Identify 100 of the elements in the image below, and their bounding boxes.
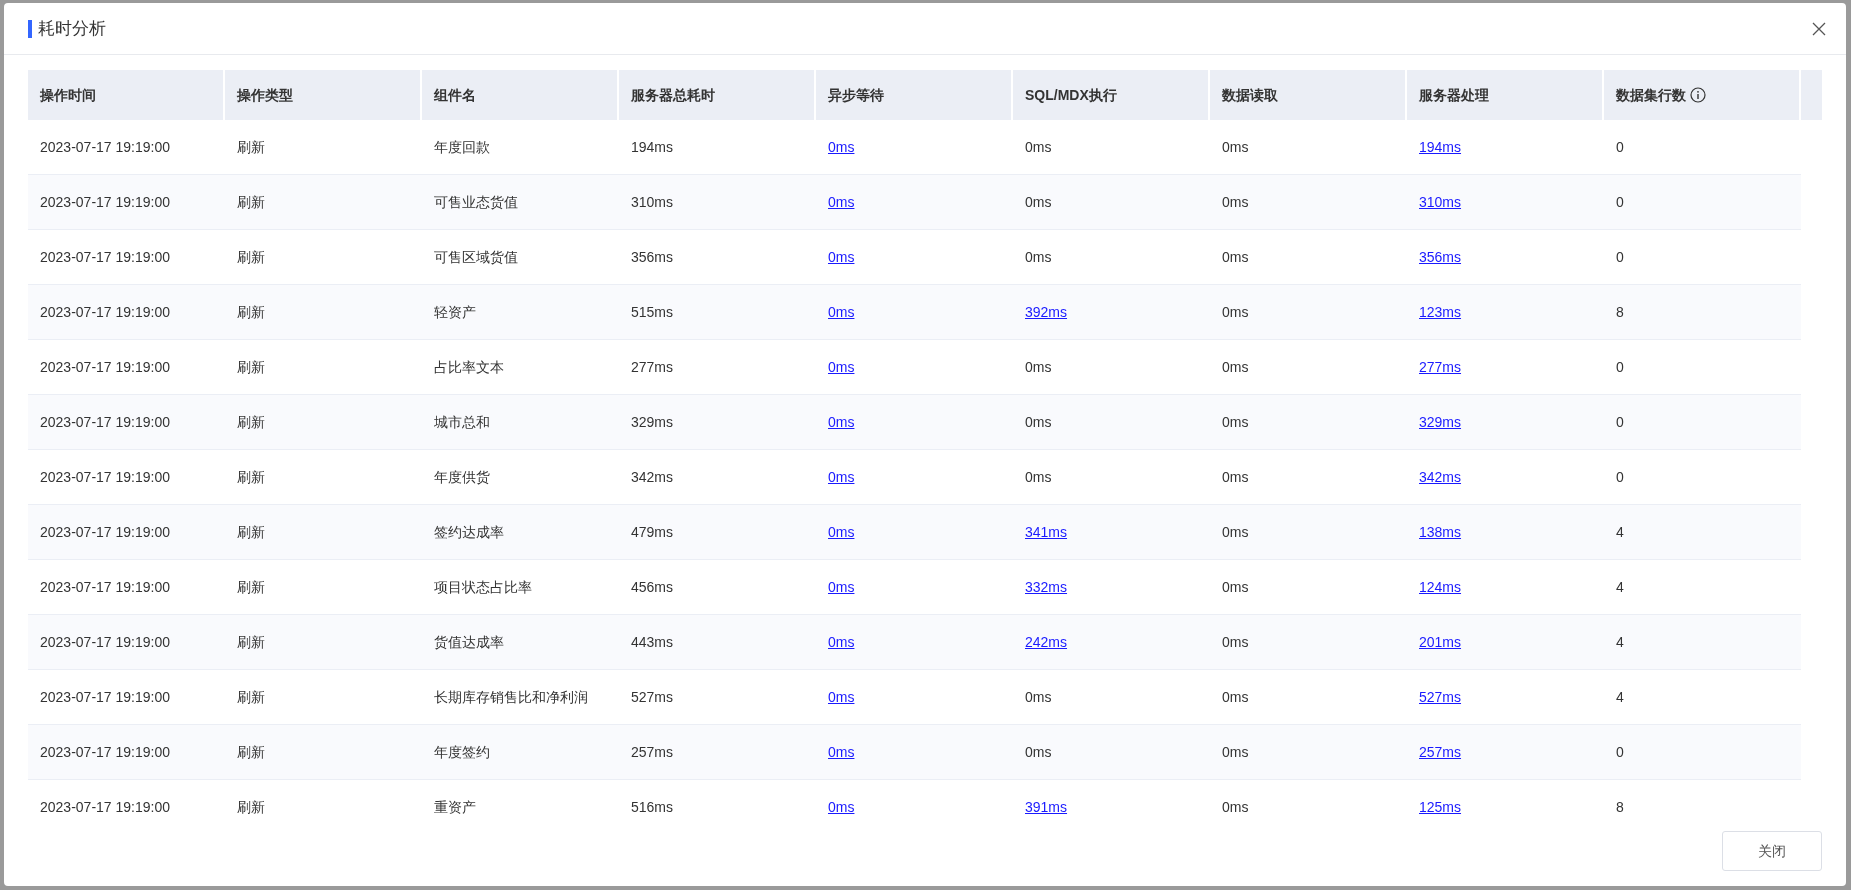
- table-cell-text: 城市总和: [434, 412, 490, 432]
- table-cell-text: 0ms: [1222, 577, 1249, 597]
- table-cell-text: 刷新: [237, 742, 265, 762]
- duration-link[interactable]: 257ms: [1419, 741, 1462, 763]
- table-cell-text: 0ms: [1222, 357, 1249, 377]
- table-cell-text: 2023-07-17 19:19:00: [40, 302, 170, 322]
- duration-link[interactable]: 138ms: [1419, 521, 1462, 543]
- column-header: 服务器处理: [1419, 85, 1489, 105]
- table-cell-text: 2023-07-17 19:19:00: [40, 137, 170, 157]
- duration-link[interactable]: 0ms: [828, 741, 855, 763]
- duration-link[interactable]: 341ms: [1025, 521, 1068, 543]
- table-cell-text: 0ms: [1025, 742, 1052, 762]
- table-cell-text: 329ms: [631, 412, 674, 432]
- table-cell-text: 年度回款: [434, 137, 490, 157]
- duration-link[interactable]: 332ms: [1025, 576, 1068, 598]
- table-cell-text: 2023-07-17 19:19:00: [40, 247, 170, 267]
- table-cell-text: 年度签约: [434, 742, 490, 762]
- duration-link[interactable]: 124ms: [1419, 576, 1462, 598]
- table-cell-text: 0ms: [1025, 687, 1052, 707]
- table-cell-text: 0ms: [1025, 357, 1052, 377]
- table-cell-text: 342ms: [631, 467, 674, 487]
- duration-link[interactable]: 329ms: [1419, 411, 1462, 433]
- duration-link[interactable]: 0ms: [828, 521, 855, 543]
- table-cell-text: 货值达成率: [434, 632, 504, 652]
- duration-link[interactable]: 0ms: [828, 796, 855, 818]
- table-cell-text: 2023-07-17 19:19:00: [40, 192, 170, 212]
- duration-link[interactable]: 201ms: [1419, 631, 1462, 653]
- table-cell-text: 2023-07-17 19:19:00: [40, 467, 170, 487]
- table-cell-text: 轻资产: [434, 302, 476, 322]
- info-icon[interactable]: [1690, 87, 1706, 103]
- duration-link[interactable]: 0ms: [828, 246, 855, 268]
- table-cell-text: 257ms: [631, 742, 674, 762]
- table-cell-text: 刷新: [237, 412, 265, 432]
- duration-link[interactable]: 0ms: [828, 466, 855, 488]
- duration-link[interactable]: 123ms: [1419, 301, 1462, 323]
- table-cell-text: 2023-07-17 19:19:00: [40, 412, 170, 432]
- table-cell-text: 0ms: [1222, 247, 1249, 267]
- table-cell-text: 项目状态占比率: [434, 577, 532, 597]
- table-cell-text: 刷新: [237, 632, 265, 652]
- close-button[interactable]: 关闭: [1722, 831, 1822, 871]
- duration-link[interactable]: 0ms: [828, 136, 855, 158]
- table-cell-text: 4: [1616, 632, 1624, 652]
- table-cell-text: 2023-07-17 19:19:00: [40, 357, 170, 377]
- table-cell-text: 0ms: [1025, 247, 1052, 267]
- table-cell-text: 0ms: [1222, 412, 1249, 432]
- table-cell-text: 刷新: [237, 577, 265, 597]
- table-cell-text: 0: [1616, 357, 1624, 377]
- duration-link[interactable]: 125ms: [1419, 796, 1462, 818]
- duration-link[interactable]: 391ms: [1025, 796, 1068, 818]
- table-cell-text: 356ms: [631, 247, 674, 267]
- table-cell-text: 0: [1616, 192, 1624, 212]
- table-cell-text: 0ms: [1025, 467, 1052, 487]
- duration-link[interactable]: 342ms: [1419, 466, 1462, 488]
- table-cell-text: 4: [1616, 577, 1624, 597]
- table-cell-text: 2023-07-17 19:19:00: [40, 577, 170, 597]
- duration-link[interactable]: 310ms: [1419, 191, 1462, 213]
- duration-link[interactable]: 0ms: [828, 411, 855, 433]
- table-cell-text: 0: [1616, 742, 1624, 762]
- table-cell-text: 4: [1616, 687, 1624, 707]
- table-cell-text: 0ms: [1222, 522, 1249, 542]
- duration-link[interactable]: 0ms: [828, 356, 855, 378]
- table-cell-text: 2023-07-17 19:19:00: [40, 742, 170, 762]
- table-cell-text: 2023-07-17 19:19:00: [40, 687, 170, 707]
- duration-link[interactable]: 392ms: [1025, 301, 1068, 323]
- table-cell-text: 516ms: [631, 797, 674, 817]
- table-cell-text: 占比率文本: [434, 357, 504, 377]
- table-cell-text: 0ms: [1222, 687, 1249, 707]
- duration-link[interactable]: 194ms: [1419, 136, 1462, 158]
- duration-link[interactable]: 0ms: [828, 631, 855, 653]
- table-cell-text: 刷新: [237, 797, 265, 817]
- table-cell-text: 刷新: [237, 302, 265, 322]
- duration-link[interactable]: 0ms: [828, 191, 855, 213]
- table-cell-text: 刷新: [237, 467, 265, 487]
- table-cell-text: 0ms: [1025, 412, 1052, 432]
- column-header: SQL/MDX执行: [1025, 85, 1117, 105]
- table-cell-text: 刷新: [237, 357, 265, 377]
- table-cell-text: 310ms: [631, 192, 674, 212]
- table-cell-text: 456ms: [631, 577, 674, 597]
- table-cell-text: 0ms: [1222, 467, 1249, 487]
- table-cell-text: 可售业态货值: [434, 192, 518, 212]
- duration-link[interactable]: 356ms: [1419, 246, 1462, 268]
- table-cell-text: 年度供货: [434, 467, 490, 487]
- table-cell-text: 0: [1616, 137, 1624, 157]
- table-cell-text: 长期库存销售比和净利润: [434, 687, 588, 707]
- duration-link[interactable]: 0ms: [828, 576, 855, 598]
- table-cell-text: 0ms: [1222, 742, 1249, 762]
- table-cell-text: 0ms: [1222, 192, 1249, 212]
- table-cell-text: 刷新: [237, 192, 265, 212]
- table-cell-text: 刷新: [237, 137, 265, 157]
- table-cell-text: 0ms: [1222, 797, 1249, 817]
- duration-link[interactable]: 0ms: [828, 686, 855, 708]
- table-cell-text: 0ms: [1025, 192, 1052, 212]
- table-cell-text: 0: [1616, 467, 1624, 487]
- duration-link[interactable]: 0ms: [828, 301, 855, 323]
- table-cell-text: 527ms: [631, 687, 674, 707]
- duration-link[interactable]: 242ms: [1025, 631, 1068, 653]
- duration-link[interactable]: 277ms: [1419, 356, 1462, 378]
- table-cell-text: 重资产: [434, 797, 476, 817]
- duration-link[interactable]: 527ms: [1419, 686, 1462, 708]
- table-cell-text: 0ms: [1222, 137, 1249, 157]
